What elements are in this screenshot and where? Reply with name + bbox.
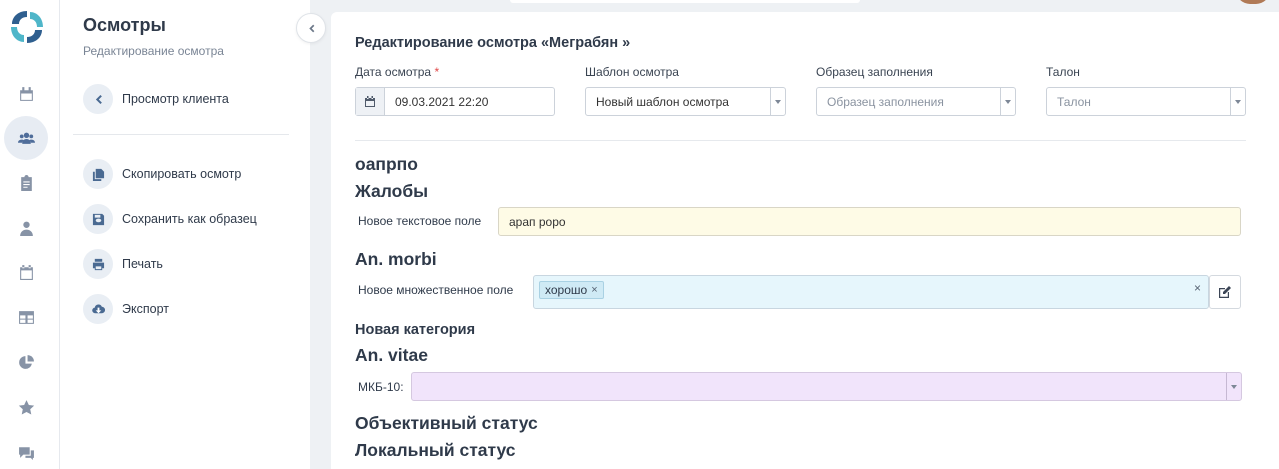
chevron-left-icon [308,24,314,32]
edit-button[interactable] [1209,275,1241,309]
ticket-select[interactable]: Талон [1046,87,1246,116]
calendar-icon [19,86,33,101]
rail-calendar[interactable] [4,72,48,116]
section-heading-1: оапрпо [355,154,418,174]
multi-field-label: Новое множественное поле [358,283,514,297]
print-icon [83,249,113,279]
calendar-check-icon [19,264,33,280]
section-heading-an-morbi: An. morbi [355,249,437,269]
chevron-down-icon[interactable] [1230,88,1245,115]
rail-exams[interactable] [4,161,48,205]
ticket-label: Талон [1046,65,1080,79]
clipboard-icon [20,174,32,191]
user-doctor-icon [19,221,33,236]
rail-schedule[interactable] [4,250,48,294]
section-heading-objective-status: Объективный статус [355,413,538,433]
date-value[interactable]: 09.03.2021 22:20 [385,95,554,109]
page-subtitle: Редактирование осмотра [83,44,224,58]
collapse-panel-button[interactable] [296,13,326,43]
print-label: Печать [122,257,163,271]
edit-icon [1219,286,1231,298]
ticket-placeholder: Талон [1057,94,1091,109]
copy-exam-label: Скопировать осмотр [122,167,242,181]
template-label: Шаблон осмотра [585,65,679,79]
side-panel: Осмотры Редактирование осмотра Просмотр … [60,0,310,469]
export-button[interactable]: Экспорт [83,294,169,324]
mkb-label: МКБ-10: [358,380,404,394]
cloud-download-icon [83,294,113,324]
rail-chat[interactable] [4,430,48,469]
rail-favorites[interactable] [4,385,48,429]
pie-chart-icon [18,354,34,369]
sample-placeholder: Образец заполнения [827,94,944,109]
divider [355,140,1246,141]
top-search-bar[interactable] [510,0,860,3]
chevron-down-icon[interactable] [770,88,785,115]
tag-label: хорошо [545,283,588,297]
template-select[interactable]: Новый шаблон осмотра [585,87,786,116]
save-as-sample-label: Сохранить как образец [122,212,257,226]
chat-icon [18,446,34,460]
sample-label: Образец заполнения [816,65,933,79]
rail-doctors[interactable] [4,206,48,250]
template-value: Новый шаблон осмотра [596,94,729,109]
category-heading: Новая категория [355,322,476,338]
page-title: Осмотры [83,15,166,35]
save-icon [83,204,113,234]
copy-icon [83,159,113,189]
tag-remove-icon[interactable]: × [591,284,597,296]
users-icon [17,132,35,144]
mkb-select[interactable] [411,372,1242,401]
star-icon [18,399,34,415]
export-label: Экспорт [122,302,169,316]
clear-icon[interactable]: × [1194,281,1201,295]
exam-edit-card: Редактирование осмотра «Меграбян » Дата … [331,12,1279,469]
selected-tag: хорошо × [539,281,604,299]
rail-clients[interactable] [4,116,48,160]
save-as-sample-button[interactable]: Сохранить как образец [83,204,257,234]
app-logo[interactable] [8,8,46,46]
text-field-label: Новое текстовое поле [358,214,482,228]
chevron-down-icon[interactable] [1000,88,1015,115]
calendar-icon[interactable] [356,88,385,115]
sample-select[interactable]: Образец заполнения [816,87,1016,116]
section-heading-an-vitae: An. vitae [355,345,428,365]
date-label: Дата осмотра * [355,65,440,79]
chevron-left-icon [83,84,113,114]
copy-exam-button[interactable]: Скопировать осмотр [83,159,241,189]
new-text-field[interactable]: арап роро [498,207,1241,236]
new-multi-field[interactable]: хорошо × × [533,275,1209,309]
divider [73,134,289,135]
section-heading-complaints: Жалобы [355,181,429,201]
chevron-down-icon[interactable] [1226,373,1241,400]
back-to-client-label: Просмотр клиента [122,92,229,106]
icon-rail [0,0,60,469]
rail-reports[interactable] [4,340,48,384]
table-icon [18,310,34,324]
form-title: Редактирование осмотра «Меграбян » [355,35,631,51]
back-to-client-button[interactable]: Просмотр клиента [83,84,229,114]
section-heading-local-status: Локальный статус [355,440,516,460]
date-field[interactable]: 09.03.2021 22:20 [355,87,555,116]
avatar[interactable] [1236,0,1270,4]
print-button[interactable]: Печать [83,249,163,279]
rail-tables[interactable] [4,295,48,339]
text-field-value: арап роро [509,214,566,229]
